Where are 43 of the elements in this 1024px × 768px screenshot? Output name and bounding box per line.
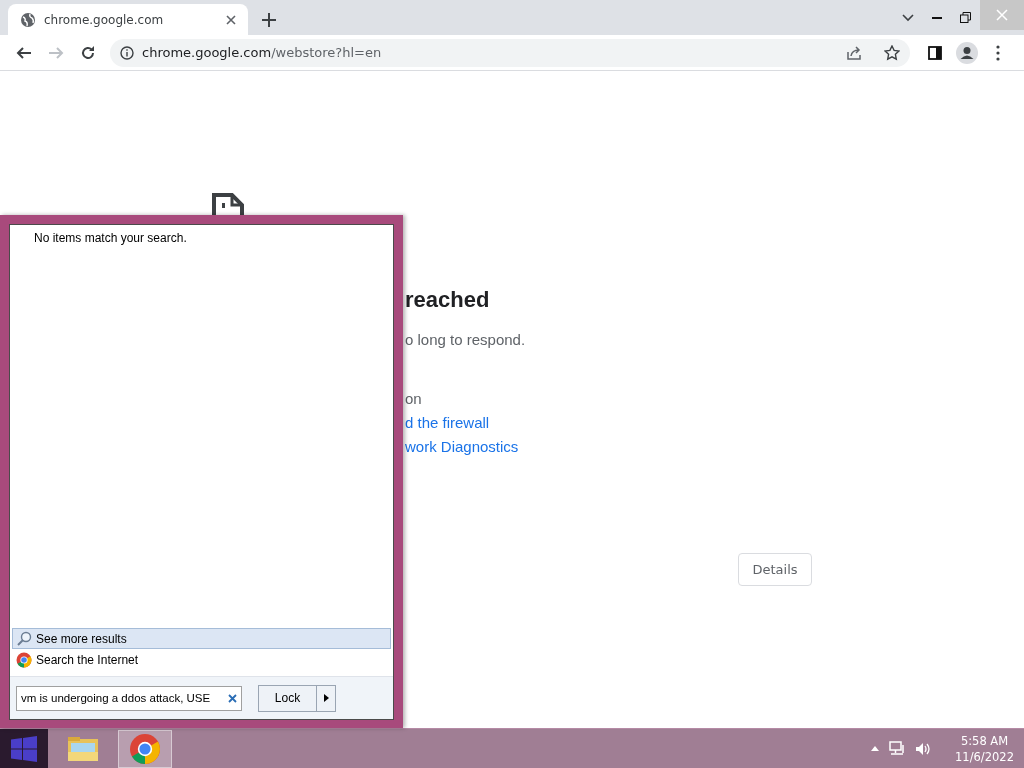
network-icon[interactable] [889,740,906,757]
globe-icon [20,11,36,28]
magnifier-icon [16,630,32,647]
arrow-icon [16,44,32,61]
share-icon[interactable] [846,44,862,61]
url-text: chrome.google.com/webstore?hl=en [142,45,383,60]
taskbar-app-button[interactable] [118,729,172,768]
tab-title: chrome.google.com [44,12,165,27]
info-icon [120,45,134,60]
reload-icon [80,44,96,61]
error-heading: reached [405,287,490,313]
restore-icon[interactable] [960,12,971,23]
address-bar[interactable]: chrome.google.com/webstore?hl=en [110,38,910,67]
suggestion-link[interactable]: d the firewall [405,414,490,431]
folder-icon [67,734,99,763]
star-icon[interactable] [884,44,900,61]
browser-tab[interactable]: chrome.google.com [8,4,248,35]
suggestion-link[interactable]: work Diagnostics [405,438,519,455]
error-message: o long to respond. [405,331,526,348]
profile-icon[interactable] [956,41,978,64]
browser-logo-icon [16,651,32,668]
no-results-text: No items match your search. [34,231,188,245]
new-tab-icon[interactable] [262,13,276,27]
side-panel-icon[interactable] [928,45,942,60]
clear-icon[interactable] [228,693,237,703]
browser-logo-icon [129,732,161,765]
arrow-icon [48,44,64,61]
search-result-item[interactable]: See more results [12,628,391,649]
windows-logo-icon [11,735,37,762]
clock-time: 5:58 AM [960,732,1009,749]
start-button[interactable] [0,728,48,768]
chevron-down-icon[interactable] [902,13,914,22]
close-icon[interactable] [226,14,236,25]
menu-icon[interactable] [996,44,1000,61]
caret-up-icon[interactable] [871,746,880,751]
minimize-icon[interactable] [932,16,942,19]
triangle-right-icon [323,694,329,702]
details-button[interactable]: Details [738,553,812,586]
clock-date: 11/6/2022 [955,748,1014,765]
search-result-item[interactable]: Search the Internet [12,649,391,670]
search-field[interactable]: vm is undergoing a ddos attack, USE [16,685,242,711]
close-icon [996,9,1008,21]
suggestion-text: on [405,390,422,407]
